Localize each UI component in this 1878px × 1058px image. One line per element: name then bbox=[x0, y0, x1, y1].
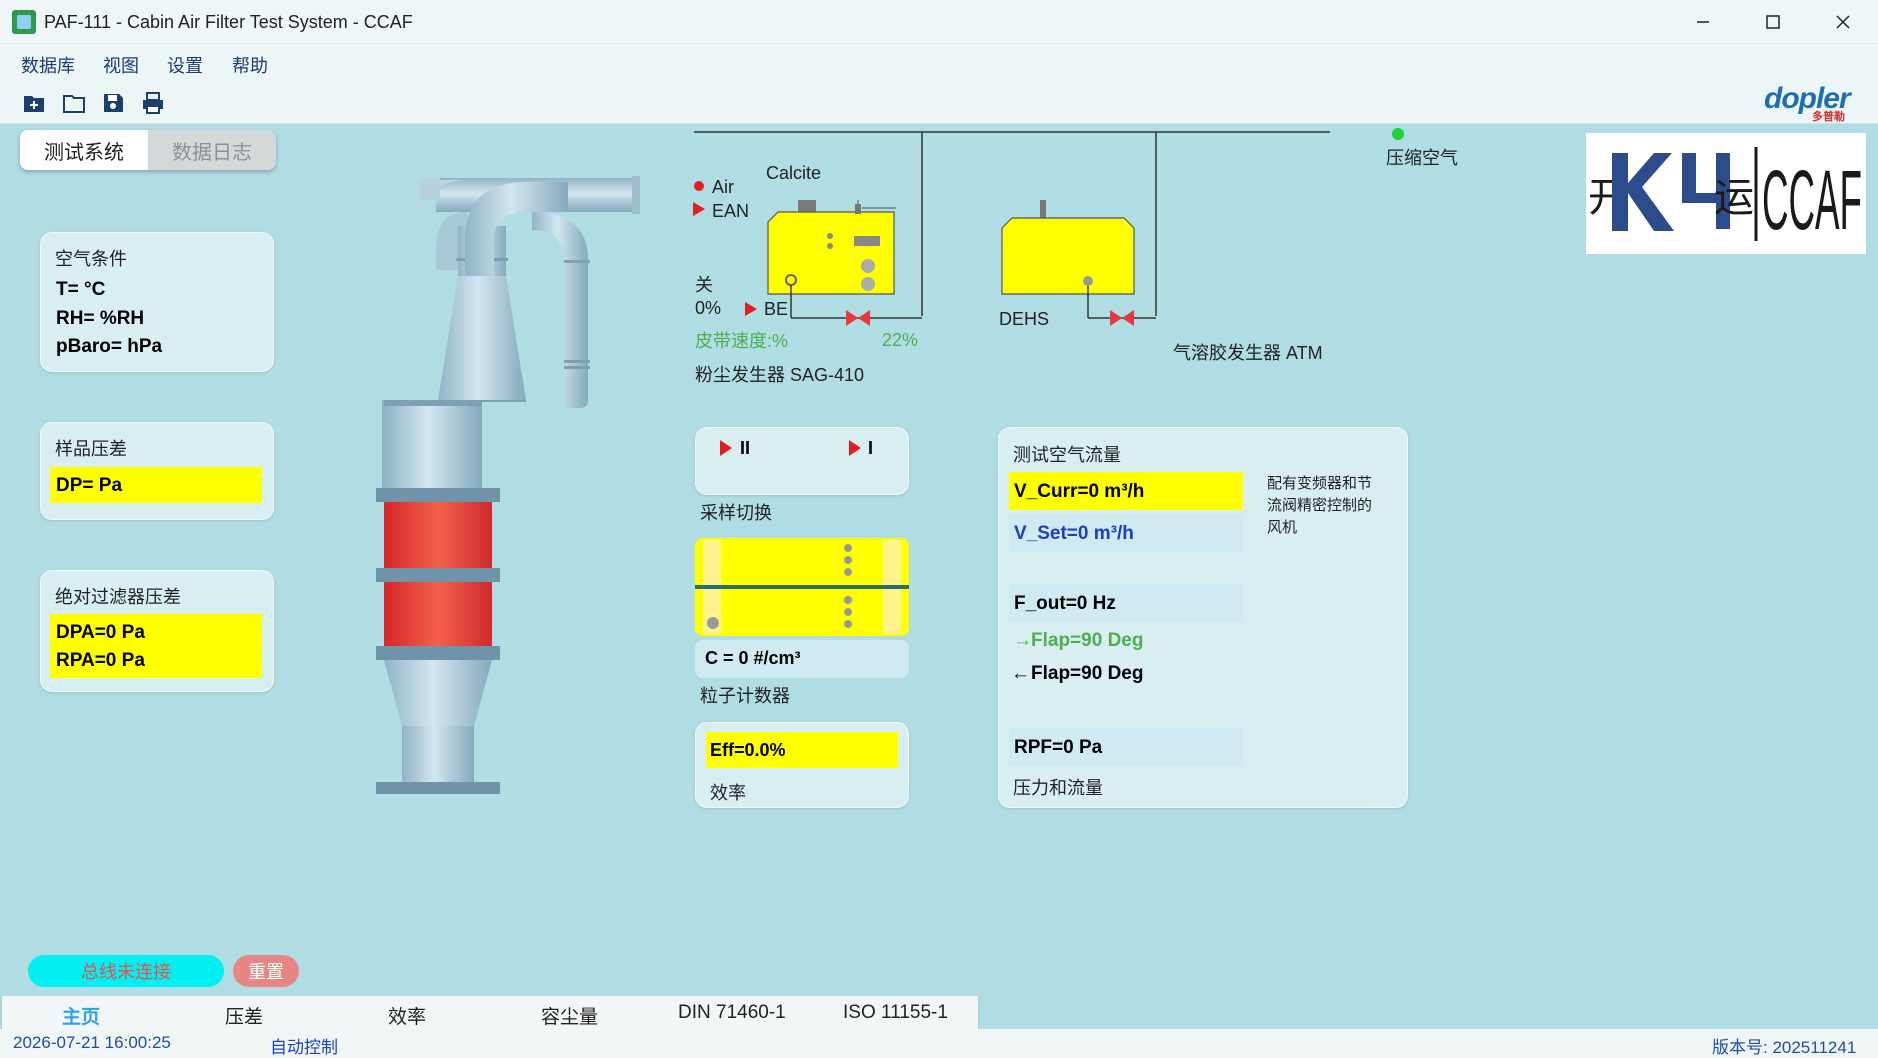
view-tabs: 测试系统 数据日志 bbox=[20, 130, 276, 170]
bottom-tab-home[interactable]: 主页 bbox=[62, 1002, 100, 1029]
status-mode: 自动控制 bbox=[270, 1038, 338, 1057]
sag-state: 关 bbox=[695, 275, 713, 295]
compressed-air-indicator bbox=[1392, 128, 1404, 140]
air-indicator bbox=[694, 181, 704, 191]
svg-text:运: 运 bbox=[1714, 175, 1754, 221]
bottom-tab-iso-11155[interactable]: ISO 11155-1 bbox=[843, 1002, 948, 1024]
sample-dp-value: DP= Pa bbox=[50, 467, 262, 503]
airflow-title: 测试空气流量 bbox=[1013, 445, 1121, 465]
particle-counter-icon bbox=[695, 538, 909, 636]
aerosol-generator-name: 气溶胶发生器 ATM bbox=[1173, 343, 1323, 363]
new-icon[interactable] bbox=[22, 92, 46, 114]
status-datetime: 2026-07-21 16:00:25 bbox=[13, 1033, 171, 1052]
flap-out-arrow-icon: ← bbox=[1011, 663, 1030, 684]
save-icon[interactable] bbox=[101, 92, 125, 114]
sampling-switch-label: 采样切换 bbox=[700, 503, 772, 523]
airflow-footer-label: 压力和流量 bbox=[1013, 778, 1103, 798]
rpf-value: RPF=0 Pa bbox=[1009, 728, 1243, 766]
dehs-label: DEHS bbox=[999, 309, 1050, 329]
be-label: BE bbox=[764, 299, 789, 319]
be-arrow-icon[interactable] bbox=[745, 302, 757, 316]
maximize-icon bbox=[1766, 15, 1780, 29]
humidity-value: RH= %RH bbox=[56, 308, 145, 329]
pressure-value: pBaro= hPa bbox=[56, 336, 163, 357]
flap-in-arrow-icon: → bbox=[1013, 630, 1032, 651]
sample-i-label[interactable]: I bbox=[868, 438, 873, 459]
dpa-value: DPA=0 Pa bbox=[56, 622, 145, 643]
calcite-label: Calcite bbox=[766, 163, 822, 183]
dust-generator-name: 粉尘发生器 SAG-410 bbox=[695, 365, 865, 385]
sag-percent: 0% bbox=[695, 298, 722, 318]
v-curr-value: V_Curr=0 m³/h bbox=[1009, 472, 1243, 510]
menu-view[interactable]: 视图 bbox=[103, 52, 139, 78]
fan-note: 配有变频器和节流阀精密控制的风机 bbox=[1267, 475, 1373, 536]
toolbar bbox=[0, 81, 1878, 124]
ean-label: EAN bbox=[712, 201, 750, 221]
bus-status-button[interactable]: 总线未连接 bbox=[28, 955, 224, 987]
efficiency-value: Eff=0.0% bbox=[706, 732, 898, 768]
open-folder-icon[interactable] bbox=[62, 92, 86, 114]
customer-logo: 开 运 CCAF bbox=[1586, 133, 1866, 254]
particle-counter-label: 粒子计数器 bbox=[700, 686, 790, 706]
tab-data-log[interactable]: 数据日志 bbox=[148, 130, 276, 170]
close-icon bbox=[1836, 15, 1850, 29]
f-out-value: F_out=0 Hz bbox=[1009, 584, 1243, 622]
bottom-tab-dust-capacity[interactable]: 容尘量 bbox=[541, 1002, 598, 1029]
close-button[interactable] bbox=[1808, 0, 1878, 44]
sample-dp-title: 样品压差 bbox=[55, 439, 127, 459]
tab-test-system[interactable]: 测试系统 bbox=[20, 130, 148, 170]
belt-speed-label: 皮带速度:% bbox=[695, 331, 789, 351]
sample-i-arrow-icon[interactable] bbox=[849, 440, 861, 456]
ean-arrow-icon[interactable] bbox=[693, 202, 705, 216]
status-version: 版本号: 202511241 bbox=[1712, 1038, 1857, 1057]
menu-database[interactable]: 数据库 bbox=[21, 52, 75, 78]
maximize-button[interactable] bbox=[1738, 0, 1808, 44]
air-label: Air bbox=[712, 177, 734, 197]
bottom-tab-bar bbox=[2, 996, 978, 1029]
sample-ii-arrow-icon[interactable] bbox=[720, 440, 732, 456]
particle-concentration: C = 0 #/cm³ bbox=[695, 640, 909, 678]
sag-valve-percent: 22% bbox=[882, 330, 919, 350]
test-duct-diagram bbox=[376, 176, 640, 794]
dopler-logo-sub: 多普勒 bbox=[1812, 111, 1845, 123]
rpa-value: RPA=0 Pa bbox=[56, 650, 145, 671]
bottom-tab-pressure[interactable]: 压差 bbox=[225, 1002, 263, 1029]
sample-ii-label[interactable]: II bbox=[740, 438, 750, 459]
bottom-tab-din-71460[interactable]: DIN 71460-1 bbox=[678, 1002, 786, 1024]
bottom-tab-efficiency[interactable]: 效率 bbox=[388, 1002, 426, 1029]
temperature-value: T= °C bbox=[56, 279, 106, 300]
abs-filter-title: 绝对过滤器压差 bbox=[55, 587, 181, 607]
air-conditions-title: 空气条件 bbox=[55, 249, 127, 269]
efficiency-label: 效率 bbox=[710, 783, 746, 803]
minimize-button[interactable] bbox=[1668, 0, 1738, 44]
print-icon[interactable] bbox=[141, 92, 165, 114]
compressed-air-label: 压缩空气 bbox=[1386, 148, 1458, 168]
reset-button[interactable]: 重置 bbox=[233, 955, 299, 987]
app-icon bbox=[12, 10, 36, 34]
v-set-value[interactable]: V_Set=0 m³/h bbox=[1009, 514, 1243, 552]
svg-text:CCAF: CCAF bbox=[1762, 153, 1862, 247]
flap-in-value: Flap=90 Deg bbox=[1031, 630, 1144, 651]
sampling-switch-panel bbox=[695, 427, 909, 495]
flap-out-value: Flap=90 Deg bbox=[1031, 663, 1144, 684]
window-title: PAF-111 - Cabin Air Filter Test System -… bbox=[44, 12, 413, 32]
menu-help[interactable]: 帮助 bbox=[232, 52, 268, 78]
minimize-icon bbox=[1697, 21, 1709, 23]
menu-bar bbox=[0, 44, 1878, 81]
menu-settings[interactable]: 设置 bbox=[167, 52, 203, 78]
